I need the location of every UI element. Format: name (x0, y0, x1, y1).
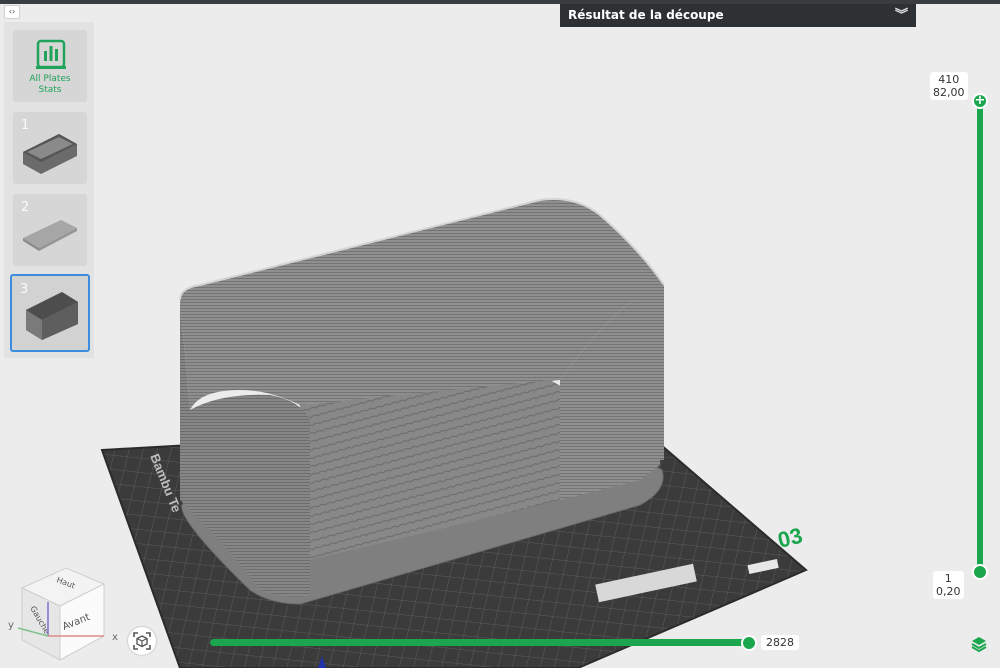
double-chevron-down-icon[interactable]: ︾ (895, 4, 908, 27)
plate-number-text: 03 (775, 523, 805, 553)
stats-label-line2: Stats (38, 85, 62, 95)
top-layer-height: 82,00 (933, 86, 965, 99)
slice-result-title: Résultat de la découpe (568, 8, 724, 22)
bottom-layer-height: 0,20 (936, 585, 961, 598)
top-layer-number: 410 (938, 73, 960, 86)
axis-x-label: x (112, 632, 118, 643)
stats-label-line1: All Plates (29, 74, 71, 84)
top-layer-readout: 410 82,00 (930, 72, 968, 100)
frame-cube-icon (133, 632, 151, 650)
fit-view-button[interactable] (128, 627, 156, 655)
3d-viewport[interactable]: Bambu Te 03 (0, 0, 1000, 668)
layer-slider-top-handle[interactable]: + (972, 93, 988, 109)
collapse-sidebar-icon[interactable]: ‹› (4, 5, 20, 19)
all-plates-stats-label: All Plates Stats (13, 74, 87, 96)
plate-thumbnail-1[interactable]: 1 (13, 112, 87, 184)
bottom-layer-readout: 1 0,20 (933, 571, 964, 599)
plate-1-preview-image (23, 134, 77, 174)
slice-result-panel-header[interactable]: Résultat de la découpe ︾ (560, 4, 916, 27)
axis-y-label: y (8, 620, 14, 631)
all-plates-stats-button[interactable]: All Plates Stats (13, 30, 87, 102)
gcode-move-value: 2828 (761, 635, 799, 650)
plate-thumbnail-2[interactable]: 2 (13, 194, 87, 266)
plate-thumbnail-3[interactable]: 3 (10, 274, 90, 352)
layer-slider-bottom-handle[interactable] (972, 564, 988, 580)
gcode-move-slider-track[interactable] (210, 639, 750, 646)
gcode-move-slider-handle[interactable] (741, 635, 757, 651)
view-orientation-cube[interactable]: Haut Gauche Avant x y (0, 560, 130, 668)
plate-3-preview-image (26, 292, 78, 340)
bottom-layer-number: 1 (944, 572, 952, 585)
bar-chart-icon (36, 39, 66, 69)
layer-range-slider-track[interactable] (977, 100, 983, 572)
plate-list-panel: All Plates Stats 1 2 3 (4, 22, 94, 358)
plate-2-preview-image (23, 220, 77, 251)
layers-icon[interactable] (970, 635, 988, 653)
